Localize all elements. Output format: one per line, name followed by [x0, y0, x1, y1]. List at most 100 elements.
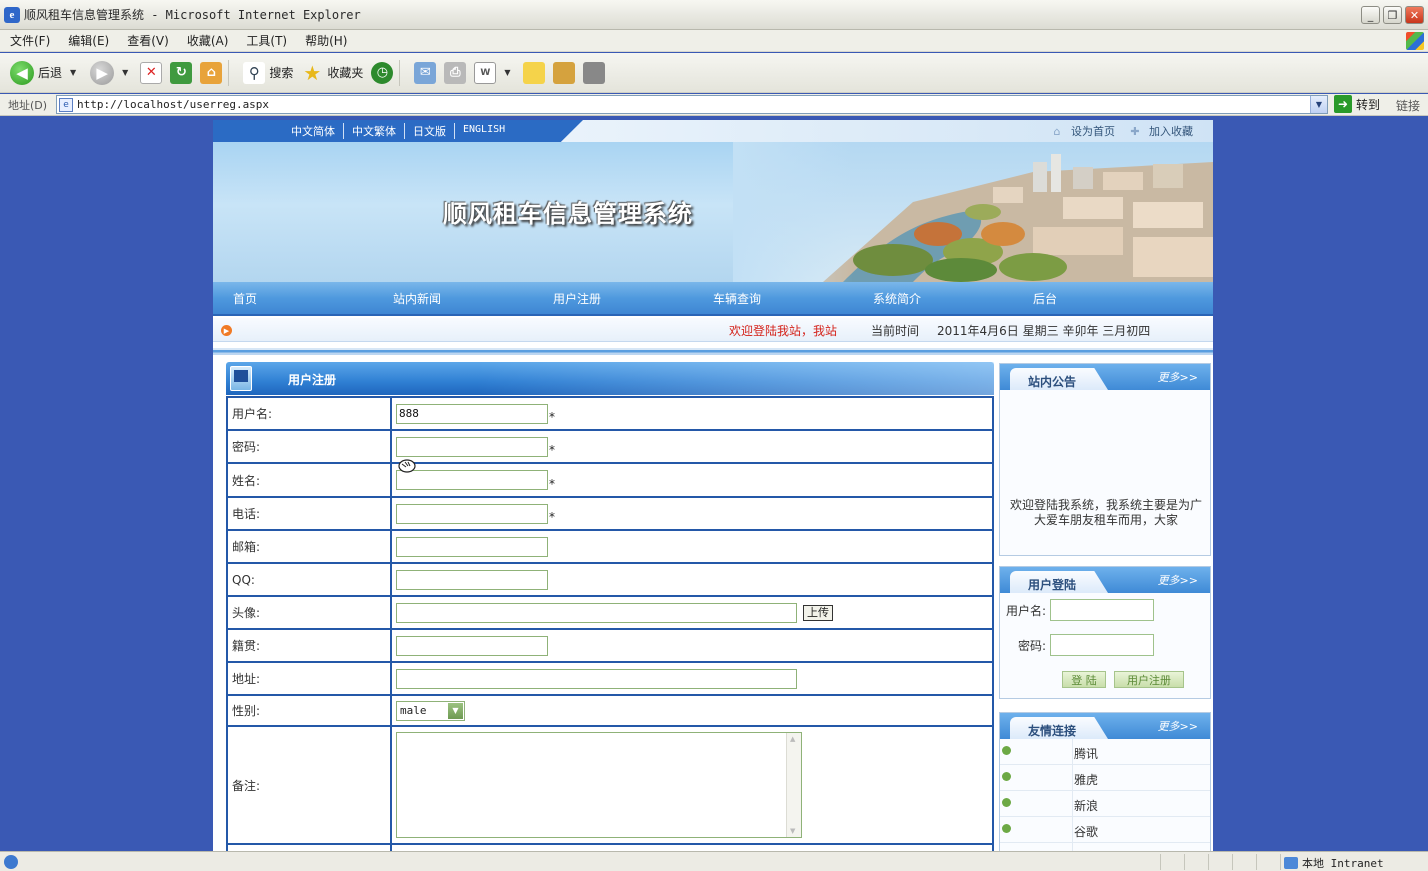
gender-select-value: male — [400, 703, 427, 717]
windows-logo-icon — [1406, 32, 1424, 50]
required-mark: * — [549, 410, 555, 424]
links-label[interactable]: 链接 — [1396, 97, 1420, 114]
link-item[interactable]: 谷歌 — [1000, 817, 1210, 843]
phone-label: 电话: — [226, 496, 392, 531]
mouse-cursor-icon — [398, 459, 416, 473]
menu-bar: 文件(F) 编辑(E) 查看(V) 收藏(A) 工具(T) 帮助(H) — [0, 30, 1428, 52]
form-row-password: 密码: * — [226, 429, 994, 464]
edit-page-icon[interactable]: W — [474, 61, 497, 84]
register-panel-header: 用户注册 — [226, 362, 994, 395]
forward-dropdown-icon[interactable]: ▼ — [122, 68, 128, 77]
print-icon[interactable]: ⎙ — [444, 61, 467, 84]
mail-icon[interactable]: ✉ — [414, 61, 437, 84]
upload-button[interactable]: 上传 — [803, 604, 833, 621]
discuss-icon[interactable] — [522, 61, 545, 84]
chevron-down-icon[interactable]: ▼ — [448, 702, 463, 719]
maximize-button[interactable]: ❐ — [1383, 6, 1402, 24]
back-arrow-icon[interactable]: ◀ — [10, 60, 34, 85]
go-arrow-icon[interactable]: ➜ — [1334, 95, 1352, 113]
monitor-icon — [230, 366, 252, 391]
history-icon[interactable]: ◷ — [371, 61, 394, 84]
nav-about[interactable]: 系统简介 — [853, 290, 1013, 307]
avatar-file-input[interactable] — [396, 602, 797, 623]
address-dropdown-icon[interactable]: ▼ — [1310, 96, 1327, 113]
add-favorite-link[interactable]: 加入收藏 — [1149, 123, 1193, 139]
username-input[interactable]: 888 — [396, 403, 548, 424]
name-label: 姓名: — [226, 462, 392, 498]
search-icon[interactable]: ⚲ — [243, 61, 266, 84]
login-button[interactable]: 登 陆 — [1062, 671, 1106, 688]
menu-tools[interactable]: 工具(T) — [246, 32, 287, 49]
favorites-button-label[interactable]: 收藏夹 — [327, 64, 363, 81]
login-username-input[interactable] — [1050, 599, 1154, 621]
link-item[interactable]: 新浪 — [1000, 791, 1210, 817]
link-item[interactable]: 雅虎 — [1000, 765, 1210, 791]
links-more-link[interactable]: 更多>> — [1158, 718, 1198, 734]
gender-select[interactable]: male ▼ — [396, 700, 465, 721]
address-input[interactable]: e http://localhost/userreg.aspx ▼ — [56, 95, 1328, 114]
email-input[interactable] — [396, 536, 548, 557]
back-dropdown-icon[interactable]: ▼ — [70, 68, 76, 77]
home-icon[interactable]: ⌂ — [200, 61, 223, 84]
menu-edit[interactable]: 编辑(E) — [68, 32, 109, 49]
password-input[interactable] — [396, 436, 548, 457]
link-item[interactable]: 腾讯 — [1000, 739, 1210, 765]
nav-news[interactable]: 站内新闻 — [373, 290, 533, 307]
nav-register[interactable]: 用户注册 — [533, 290, 693, 307]
menu-view[interactable]: 查看(V) — [127, 32, 169, 49]
menu-favorites[interactable]: 收藏(A) — [187, 32, 229, 49]
login-more-link[interactable]: 更多>> — [1158, 572, 1198, 588]
site-banner: 顺风租车信息管理系统 — [213, 142, 1213, 282]
favorites-star-icon[interactable]: ★ — [301, 61, 323, 85]
edit-dropdown-icon[interactable]: ▼ — [504, 68, 510, 77]
nav-home[interactable]: 首页 — [213, 290, 373, 307]
nav-vehicle-search[interactable]: 车辆查询 — [693, 290, 853, 307]
qq-input[interactable] — [396, 569, 548, 590]
form-row-username: 用户名: 888 * — [226, 396, 994, 431]
native-place-label: 籍贯: — [226, 628, 392, 663]
search-button-label[interactable]: 搜索 — [269, 64, 293, 81]
lang-japanese[interactable]: 日文版 — [404, 123, 454, 139]
lang-english[interactable]: ENGLISH — [454, 123, 513, 139]
link-yahoo[interactable]: 雅虎 — [1074, 771, 1098, 788]
forward-arrow-icon[interactable]: ▶ — [90, 60, 115, 85]
address-url[interactable]: http://localhost/userreg.aspx — [77, 98, 269, 111]
intranet-icon — [1284, 857, 1298, 869]
nav-admin[interactable]: 后台 — [1013, 290, 1173, 307]
notice-more-link[interactable]: 更多>> — [1158, 369, 1198, 385]
address-bar: 地址(D) e http://localhost/userreg.aspx ▼ … — [0, 94, 1428, 116]
lang-simplified[interactable]: 中文简体 — [283, 123, 343, 139]
login-password-input[interactable] — [1050, 634, 1154, 656]
zone-label: 本地 Intranet — [1302, 857, 1384, 870]
menu-file[interactable]: 文件(F) — [10, 32, 50, 49]
security-zone: 本地 Intranet — [1284, 855, 1384, 871]
set-home-link[interactable]: 设为首页 — [1071, 123, 1115, 139]
minimize-button[interactable]: _ — [1361, 6, 1380, 24]
close-button[interactable]: ✕ — [1405, 6, 1424, 24]
language-links: 中文简体 中文繁体 日文版 ENGLISH — [283, 123, 513, 139]
welcome-marquee: 欢迎登陆我站，我站 — [729, 324, 838, 338]
form-row-phone: 电话: * — [226, 496, 994, 531]
messenger-icon[interactable] — [582, 61, 605, 84]
name-input[interactable] — [396, 470, 548, 490]
go-label[interactable]: 转到 — [1356, 96, 1380, 113]
link-google[interactable]: 谷歌 — [1074, 823, 1098, 840]
research-icon[interactable] — [552, 61, 575, 84]
link-tencent[interactable]: 腾讯 — [1074, 745, 1098, 762]
link-sina[interactable]: 新浪 — [1074, 797, 1098, 814]
stop-icon[interactable]: ✕ — [140, 61, 163, 84]
refresh-icon[interactable]: ↻ — [170, 61, 193, 84]
address-field-input[interactable] — [396, 668, 797, 689]
phone-input[interactable] — [396, 503, 548, 524]
form-row-gender: 性别: male ▼ — [226, 694, 994, 727]
lang-traditional[interactable]: 中文繁体 — [343, 123, 404, 139]
native-place-input[interactable] — [396, 635, 548, 656]
menu-help[interactable]: 帮助(H) — [305, 32, 347, 49]
textarea-scrollbar[interactable] — [786, 733, 801, 837]
remark-textarea[interactable] — [396, 732, 802, 838]
sidebar-register-button[interactable]: 用户注册 — [1114, 671, 1184, 688]
register-title: 用户注册 — [288, 373, 337, 387]
go-button[interactable]: ➜ 转到 — [1334, 95, 1380, 113]
required-mark: * — [549, 476, 555, 491]
back-button-label[interactable]: 后退 — [38, 64, 62, 81]
